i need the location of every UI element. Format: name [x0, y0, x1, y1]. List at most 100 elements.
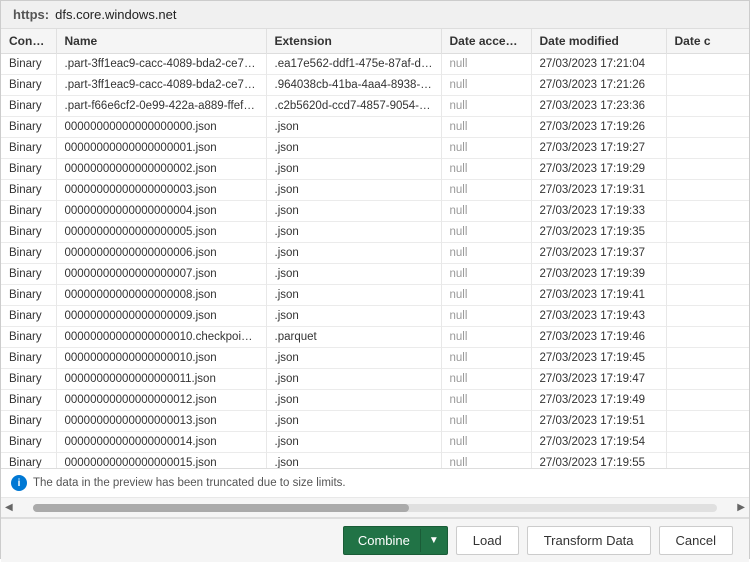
scrollbar-track[interactable] [33, 504, 718, 512]
table-cell: null [441, 348, 531, 369]
table-cell: null [441, 243, 531, 264]
table-cell: null [441, 54, 531, 75]
table-cell [666, 390, 749, 411]
table-cell: .json [266, 201, 441, 222]
table-cell [666, 96, 749, 117]
table-cell [666, 243, 749, 264]
table-cell: 27/03/2023 17:21:26 [531, 75, 666, 96]
table-row: Binary00000000000000000015.json.jsonnull… [1, 453, 749, 470]
table-row: Binary00000000000000000009.json.jsonnull… [1, 306, 749, 327]
table-cell: 27/03/2023 17:19:45 [531, 348, 666, 369]
table-cell: 00000000000000000010.json [56, 348, 266, 369]
table-cell [666, 285, 749, 306]
table-cell: .part-3ff1eac9-cacc-4089-bda2-ce77da9b36… [56, 54, 266, 75]
table-cell [666, 453, 749, 470]
table-cell: null [441, 138, 531, 159]
table-cell: Binary [1, 159, 56, 180]
table-cell: 00000000000000000007.json [56, 264, 266, 285]
table-cell: null [441, 96, 531, 117]
table-cell: 27/03/2023 17:19:51 [531, 411, 666, 432]
table-cell: 00000000000000000000.json [56, 117, 266, 138]
table-cell [666, 180, 749, 201]
table-cell: null [441, 222, 531, 243]
table-cell [666, 264, 749, 285]
col-header-date-c: Date c [666, 29, 749, 54]
load-button[interactable]: Load [456, 526, 519, 555]
table-cell: Binary [1, 75, 56, 96]
table-cell: Binary [1, 306, 56, 327]
table-cell: Binary [1, 96, 56, 117]
table-cell: .json [266, 138, 441, 159]
table-row: Binary00000000000000000001.json.jsonnull… [1, 138, 749, 159]
table-cell: 00000000000000000002.json [56, 159, 266, 180]
table-cell: 27/03/2023 17:19:33 [531, 201, 666, 222]
table-cell: Binary [1, 243, 56, 264]
table-cell: 27/03/2023 17:19:55 [531, 453, 666, 470]
table-cell: 27/03/2023 17:19:47 [531, 369, 666, 390]
table-cell: Binary [1, 453, 56, 470]
table-cell: .json [266, 411, 441, 432]
footer-bar: Combine ▼ Load Transform Data Cancel [1, 518, 749, 562]
col-header-content: Content [1, 29, 56, 54]
table-row: Binary00000000000000000014.json.jsonnull… [1, 432, 749, 453]
table-cell: .json [266, 180, 441, 201]
table-cell: .ea17e562-ddf1-475e-87af-d60c0ebc64e4 [266, 54, 441, 75]
table-cell: 27/03/2023 17:19:46 [531, 327, 666, 348]
table-cell: Binary [1, 369, 56, 390]
combine-button-group[interactable]: Combine ▼ [343, 526, 448, 555]
table-cell [666, 369, 749, 390]
col-header-extension: Extension [266, 29, 441, 54]
table-cell: .part-3ff1eac9-cacc-4089-bda2-ce77da9b36… [56, 75, 266, 96]
table-cell: .json [266, 348, 441, 369]
table-cell: 27/03/2023 17:19:29 [531, 159, 666, 180]
table-cell: .part-f66e6cf2-0e99-422a-a889-ffefaacaf5… [56, 96, 266, 117]
col-header-name: Name [56, 29, 266, 54]
table-row: Binary.part-f66e6cf2-0e99-422a-a889-ffef… [1, 96, 749, 117]
table-cell: 00000000000000000001.json [56, 138, 266, 159]
table-cell: 27/03/2023 17:19:37 [531, 243, 666, 264]
table-cell: 00000000000000000009.json [56, 306, 266, 327]
scroll-right-arrow[interactable]: ▶ [737, 502, 745, 513]
url-value: dfs.core.windows.net [55, 7, 176, 22]
table-row: Binary00000000000000000007.json.jsonnull… [1, 264, 749, 285]
table-cell [666, 201, 749, 222]
table-cell [666, 138, 749, 159]
combine-dropdown-arrow[interactable]: ▼ [420, 529, 447, 552]
table-row: Binary00000000000000000004.json.jsonnull… [1, 201, 749, 222]
table-cell: null [441, 75, 531, 96]
table-cell: 00000000000000000008.json [56, 285, 266, 306]
table-cell: Binary [1, 54, 56, 75]
table-cell: null [441, 390, 531, 411]
scroll-left-arrow[interactable]: ◀ [5, 502, 13, 513]
table-cell [666, 159, 749, 180]
horizontal-scrollbar[interactable]: ◀ ▶ [1, 498, 749, 518]
table-cell: 00000000000000000014.json [56, 432, 266, 453]
cancel-button[interactable]: Cancel [659, 526, 733, 555]
table-cell: null [441, 327, 531, 348]
table-row: Binary00000000000000000010.json.jsonnull… [1, 348, 749, 369]
table-cell: .json [266, 306, 441, 327]
table-cell: 00000000000000000006.json [56, 243, 266, 264]
table-cell: 27/03/2023 17:19:49 [531, 390, 666, 411]
table-cell: Binary [1, 117, 56, 138]
table-cell: 00000000000000000013.json [56, 411, 266, 432]
table-cell: null [441, 369, 531, 390]
table-cell: .json [266, 285, 441, 306]
table-cell: 27/03/2023 17:19:31 [531, 180, 666, 201]
table-cell: .964038cb-41ba-4aa4-8938-cfa219305558b [266, 75, 441, 96]
table-cell [666, 117, 749, 138]
table-cell: .parquet [266, 327, 441, 348]
table-cell [666, 54, 749, 75]
table-row: Binary00000000000000000011.json.jsonnull… [1, 369, 749, 390]
scrollbar-thumb[interactable] [33, 504, 410, 512]
table-cell: Binary [1, 180, 56, 201]
table-cell: 27/03/2023 17:19:35 [531, 222, 666, 243]
table-cell: Binary [1, 348, 56, 369]
table-cell: 00000000000000000012.json [56, 390, 266, 411]
table-cell: 27/03/2023 17:19:43 [531, 306, 666, 327]
transform-data-button[interactable]: Transform Data [527, 526, 651, 555]
table-container: Content Name Extension Date accessed Dat… [1, 29, 749, 469]
combine-button-label[interactable]: Combine [344, 527, 420, 554]
table-cell: null [441, 117, 531, 138]
table-cell: 27/03/2023 17:19:39 [531, 264, 666, 285]
